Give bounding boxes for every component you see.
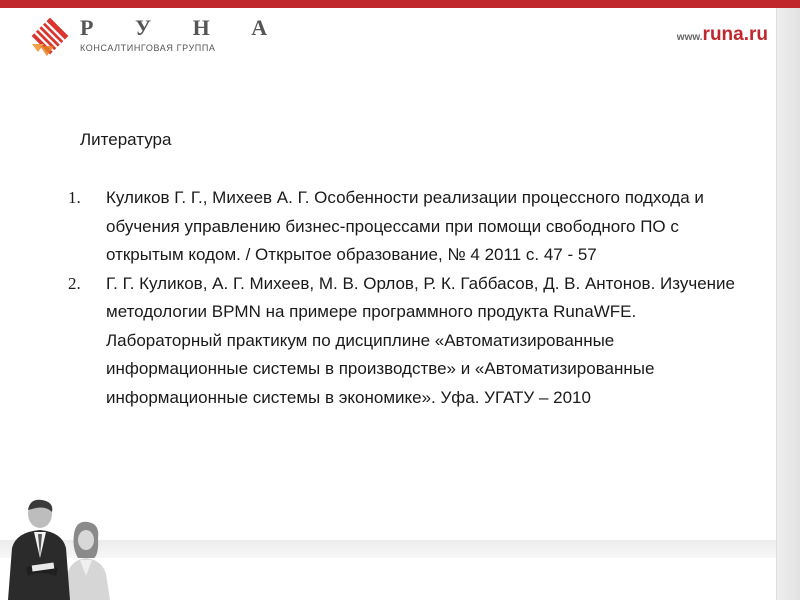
logo-subtitle: КОНСАЛТИНГОВАЯ ГРУППА	[80, 43, 216, 53]
page-heading: Литература	[80, 130, 172, 149]
top-accent-rule	[0, 0, 800, 8]
url-domain: runa.ru	[702, 24, 768, 45]
business-people-photo	[8, 499, 110, 600]
url-prefix: www.	[676, 32, 703, 43]
right-decorative-band	[776, 8, 800, 600]
reference-item: 2. Г. Г. Куликов, А. Г. Михеев, М. В. Ор…	[62, 270, 752, 413]
reference-item: 1. Куликов Г. Г., Михеев А. Г. Особеннос…	[62, 184, 752, 270]
reference-number: 2.	[68, 273, 81, 293]
reference-number: 1.	[68, 188, 81, 207]
logo-title: Р У Н А	[80, 15, 286, 40]
site-url-link[interactable]: www.runa.ru	[677, 24, 768, 46]
runa-logo-mark-icon	[31, 17, 69, 56]
company-logo[interactable]: Р У Н А КОНСАЛТИНГОВАЯ ГРУППА	[28, 14, 267, 56]
reference-text: Куликов Г. Г., Михеев А. Г. Особенности …	[106, 188, 704, 264]
reference-text: Г. Г. Куликов, А. Г. Михеев, М. В. Орлов…	[106, 273, 736, 407]
reference-list: 1. Куликов Г. Г., Михеев А. Г. Особеннос…	[62, 184, 752, 412]
